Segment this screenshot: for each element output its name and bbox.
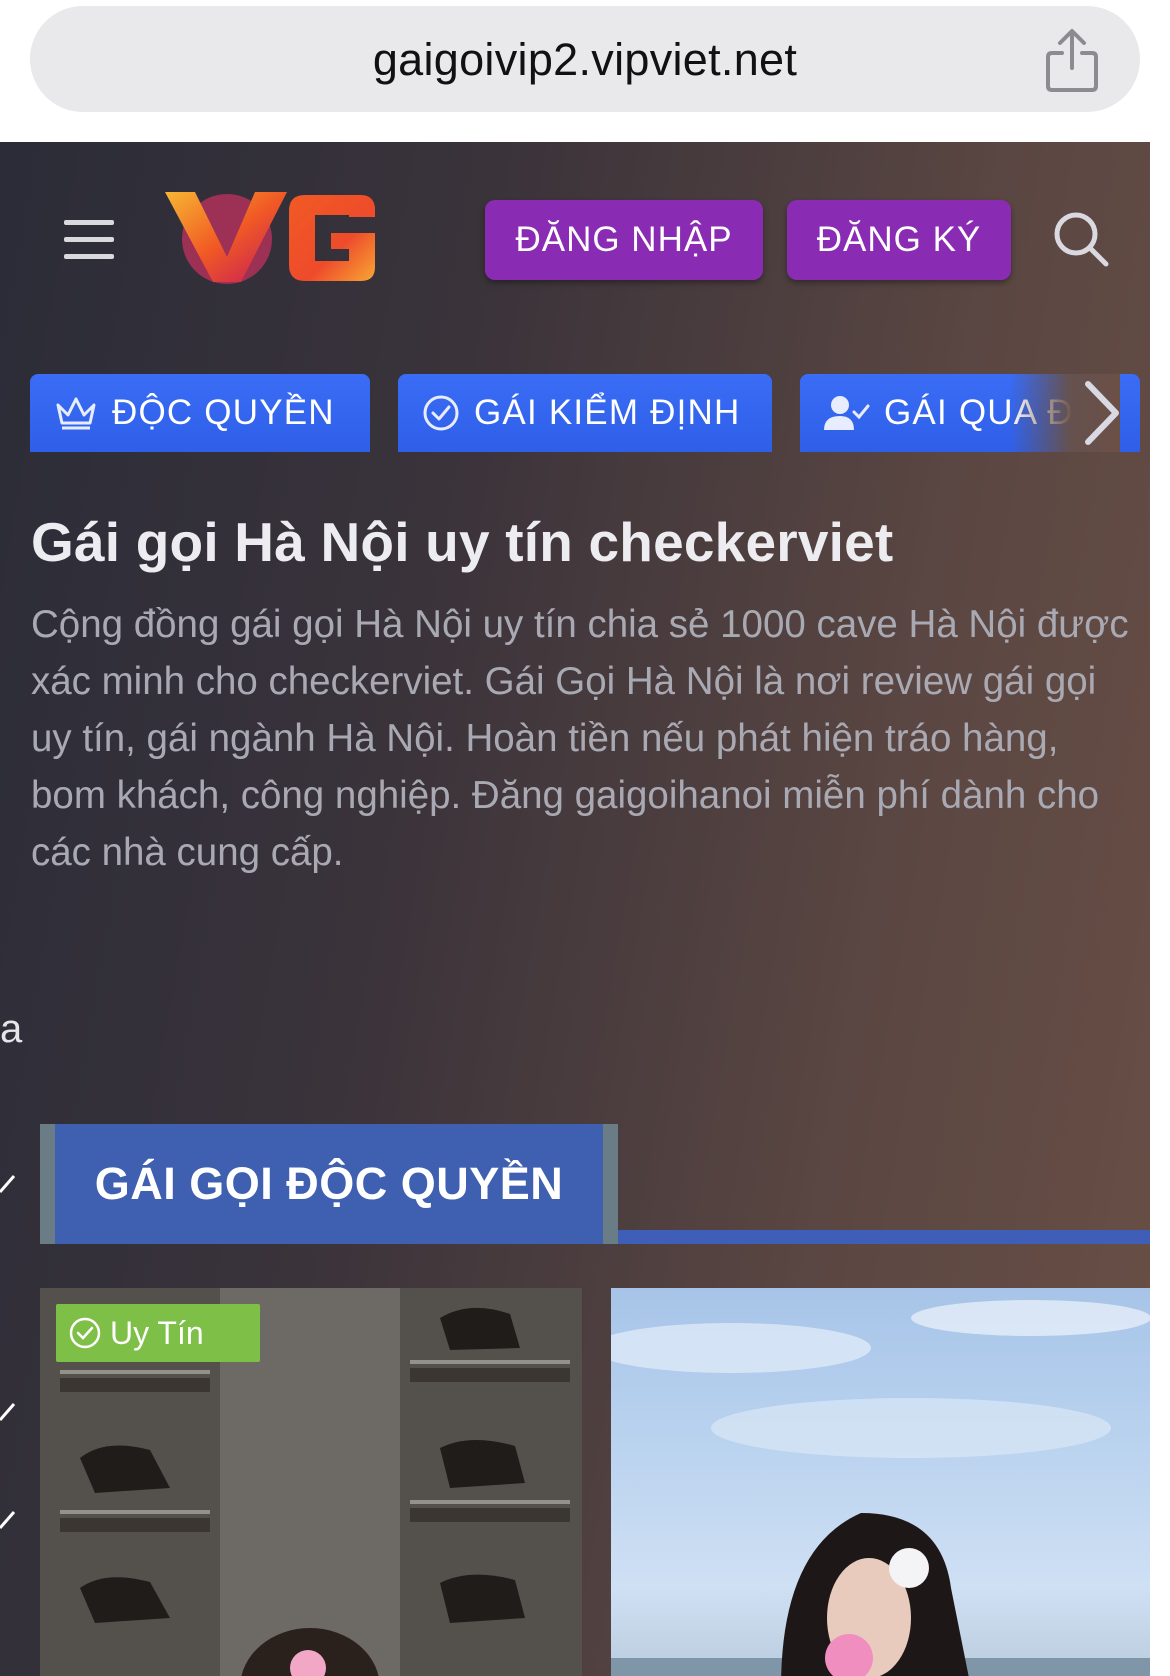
check-circle-icon [69,1317,101,1349]
hamburger-menu-icon[interactable] [64,220,114,260]
login-button[interactable]: ĐĂNG NHẬP [485,200,763,280]
search-icon[interactable] [1052,210,1110,268]
user-check-icon [824,396,870,430]
page-edge [1150,142,1170,1676]
page-description: Cộng đồng gái gọi Hà Nội uy tín chia sẻ … [31,603,1129,874]
profile-card[interactable] [611,1288,1152,1676]
browser-chrome: gaigoivip2.vipviet.net [0,0,1170,142]
profile-photo [611,1300,1152,1676]
category-chip-exclusive[interactable]: ĐỘC QUYỀN [30,374,370,452]
chevron-right-icon[interactable] [1082,380,1122,446]
stray-text: a [0,1007,23,1051]
category-chip-label: ĐỘC QUYỀN [112,393,335,432]
section-title: GÁI GỌI ĐỘC QUYỀN [94,1158,564,1209]
page-title: Gái gọi Hà Nội uy tín checkerviet [31,511,894,573]
share-icon[interactable] [1044,28,1100,94]
category-tabs: ĐỘC QUYỀN GÁI KIỂM ĐỊNH GÁI QUA Đ [30,374,1140,452]
edge-tick-mark [0,1403,16,1421]
category-chip-verified[interactable]: GÁI KIỂM ĐỊNH [398,374,772,452]
web-page: ĐĂNG NHẬP ĐĂNG KÝ ĐỘC QUYỀN GÁI KIỂM ĐỊN… [0,142,1170,1676]
edge-tick-mark [0,1175,16,1193]
vg-logo[interactable] [165,187,380,287]
trust-badge-label: Uy Tín [110,1314,204,1351]
section-header: GÁI GỌI ĐỘC QUYỀN [40,1124,618,1244]
crown-icon [56,397,96,430]
trust-badge: Uy Tín [56,1304,260,1362]
edge-tick-mark [0,1511,16,1529]
profile-card[interactable]: Uy Tín [40,1288,582,1676]
url-text: gaigoivip2.vipviet.net [372,34,798,85]
register-button[interactable]: ĐĂNG KÝ [787,200,1011,280]
check-circle-icon [423,395,459,431]
category-chip-label: GÁI KIỂM ĐỊNH [474,393,741,432]
address-bar[interactable]: gaigoivip2.vipviet.net [30,6,1140,112]
